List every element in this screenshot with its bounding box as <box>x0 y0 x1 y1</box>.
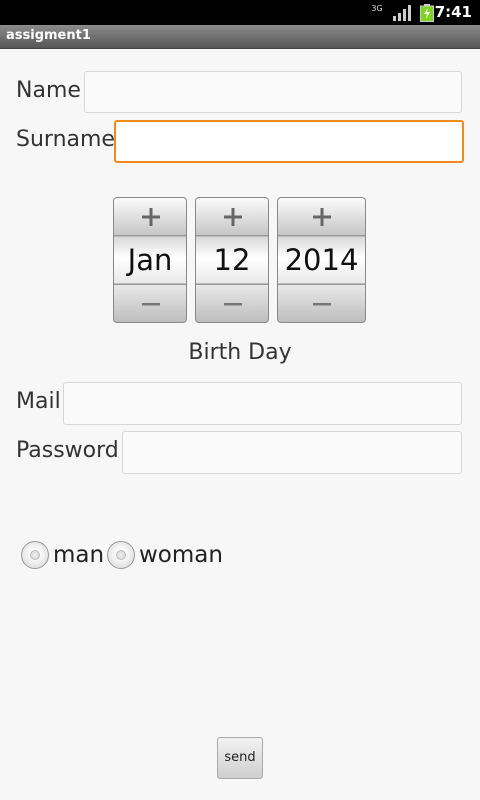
signal-strength-icon <box>393 5 411 21</box>
plus-icon <box>142 208 160 226</box>
year-picker[interactable]: 2014 <box>277 197 366 323</box>
birth-day-label: Birth Day <box>188 340 292 365</box>
name-input[interactable] <box>84 71 462 113</box>
mail-label: Mail <box>16 389 61 414</box>
password-label: Password <box>16 438 119 463</box>
gender-label-woman[interactable]: woman <box>139 542 223 568</box>
month-increment-button[interactable] <box>114 198 186 236</box>
name-label: Name <box>16 78 81 103</box>
gender-radio-man[interactable] <box>21 541 49 569</box>
app-title: assigment1 <box>6 28 91 43</box>
network-type-indicator: 3G <box>371 4 383 13</box>
plus-icon <box>224 208 242 226</box>
month-value[interactable]: Jan <box>114 237 186 283</box>
year-value[interactable]: 2014 <box>278 237 365 283</box>
battery-charging-icon <box>420 4 434 22</box>
surname-label: Surname <box>16 127 115 152</box>
clock: 7:41 <box>434 3 472 21</box>
month-picker[interactable]: Jan <box>113 197 187 323</box>
gender-radio-woman[interactable] <box>107 541 135 569</box>
plus-icon <box>313 208 331 226</box>
status-bar: 3G 7:41 <box>0 0 480 25</box>
password-input[interactable] <box>122 431 462 474</box>
day-value[interactable]: 12 <box>196 237 268 283</box>
radio-indicator <box>30 550 40 560</box>
mail-input[interactable] <box>63 382 462 425</box>
day-decrement-button[interactable] <box>196 284 268 322</box>
radio-indicator <box>116 550 126 560</box>
minus-icon <box>313 303 331 306</box>
minus-icon <box>224 303 242 306</box>
gender-label-man[interactable]: man <box>53 542 104 568</box>
year-decrement-button[interactable] <box>278 284 365 322</box>
day-picker[interactable]: 12 <box>195 197 269 323</box>
surname-input[interactable] <box>114 120 464 163</box>
month-decrement-button[interactable] <box>114 284 186 322</box>
year-increment-button[interactable] <box>278 198 365 236</box>
app-title-bar: assigment1 <box>0 25 480 49</box>
minus-icon <box>142 303 160 306</box>
day-increment-button[interactable] <box>196 198 268 236</box>
send-button[interactable]: send <box>217 737 263 779</box>
